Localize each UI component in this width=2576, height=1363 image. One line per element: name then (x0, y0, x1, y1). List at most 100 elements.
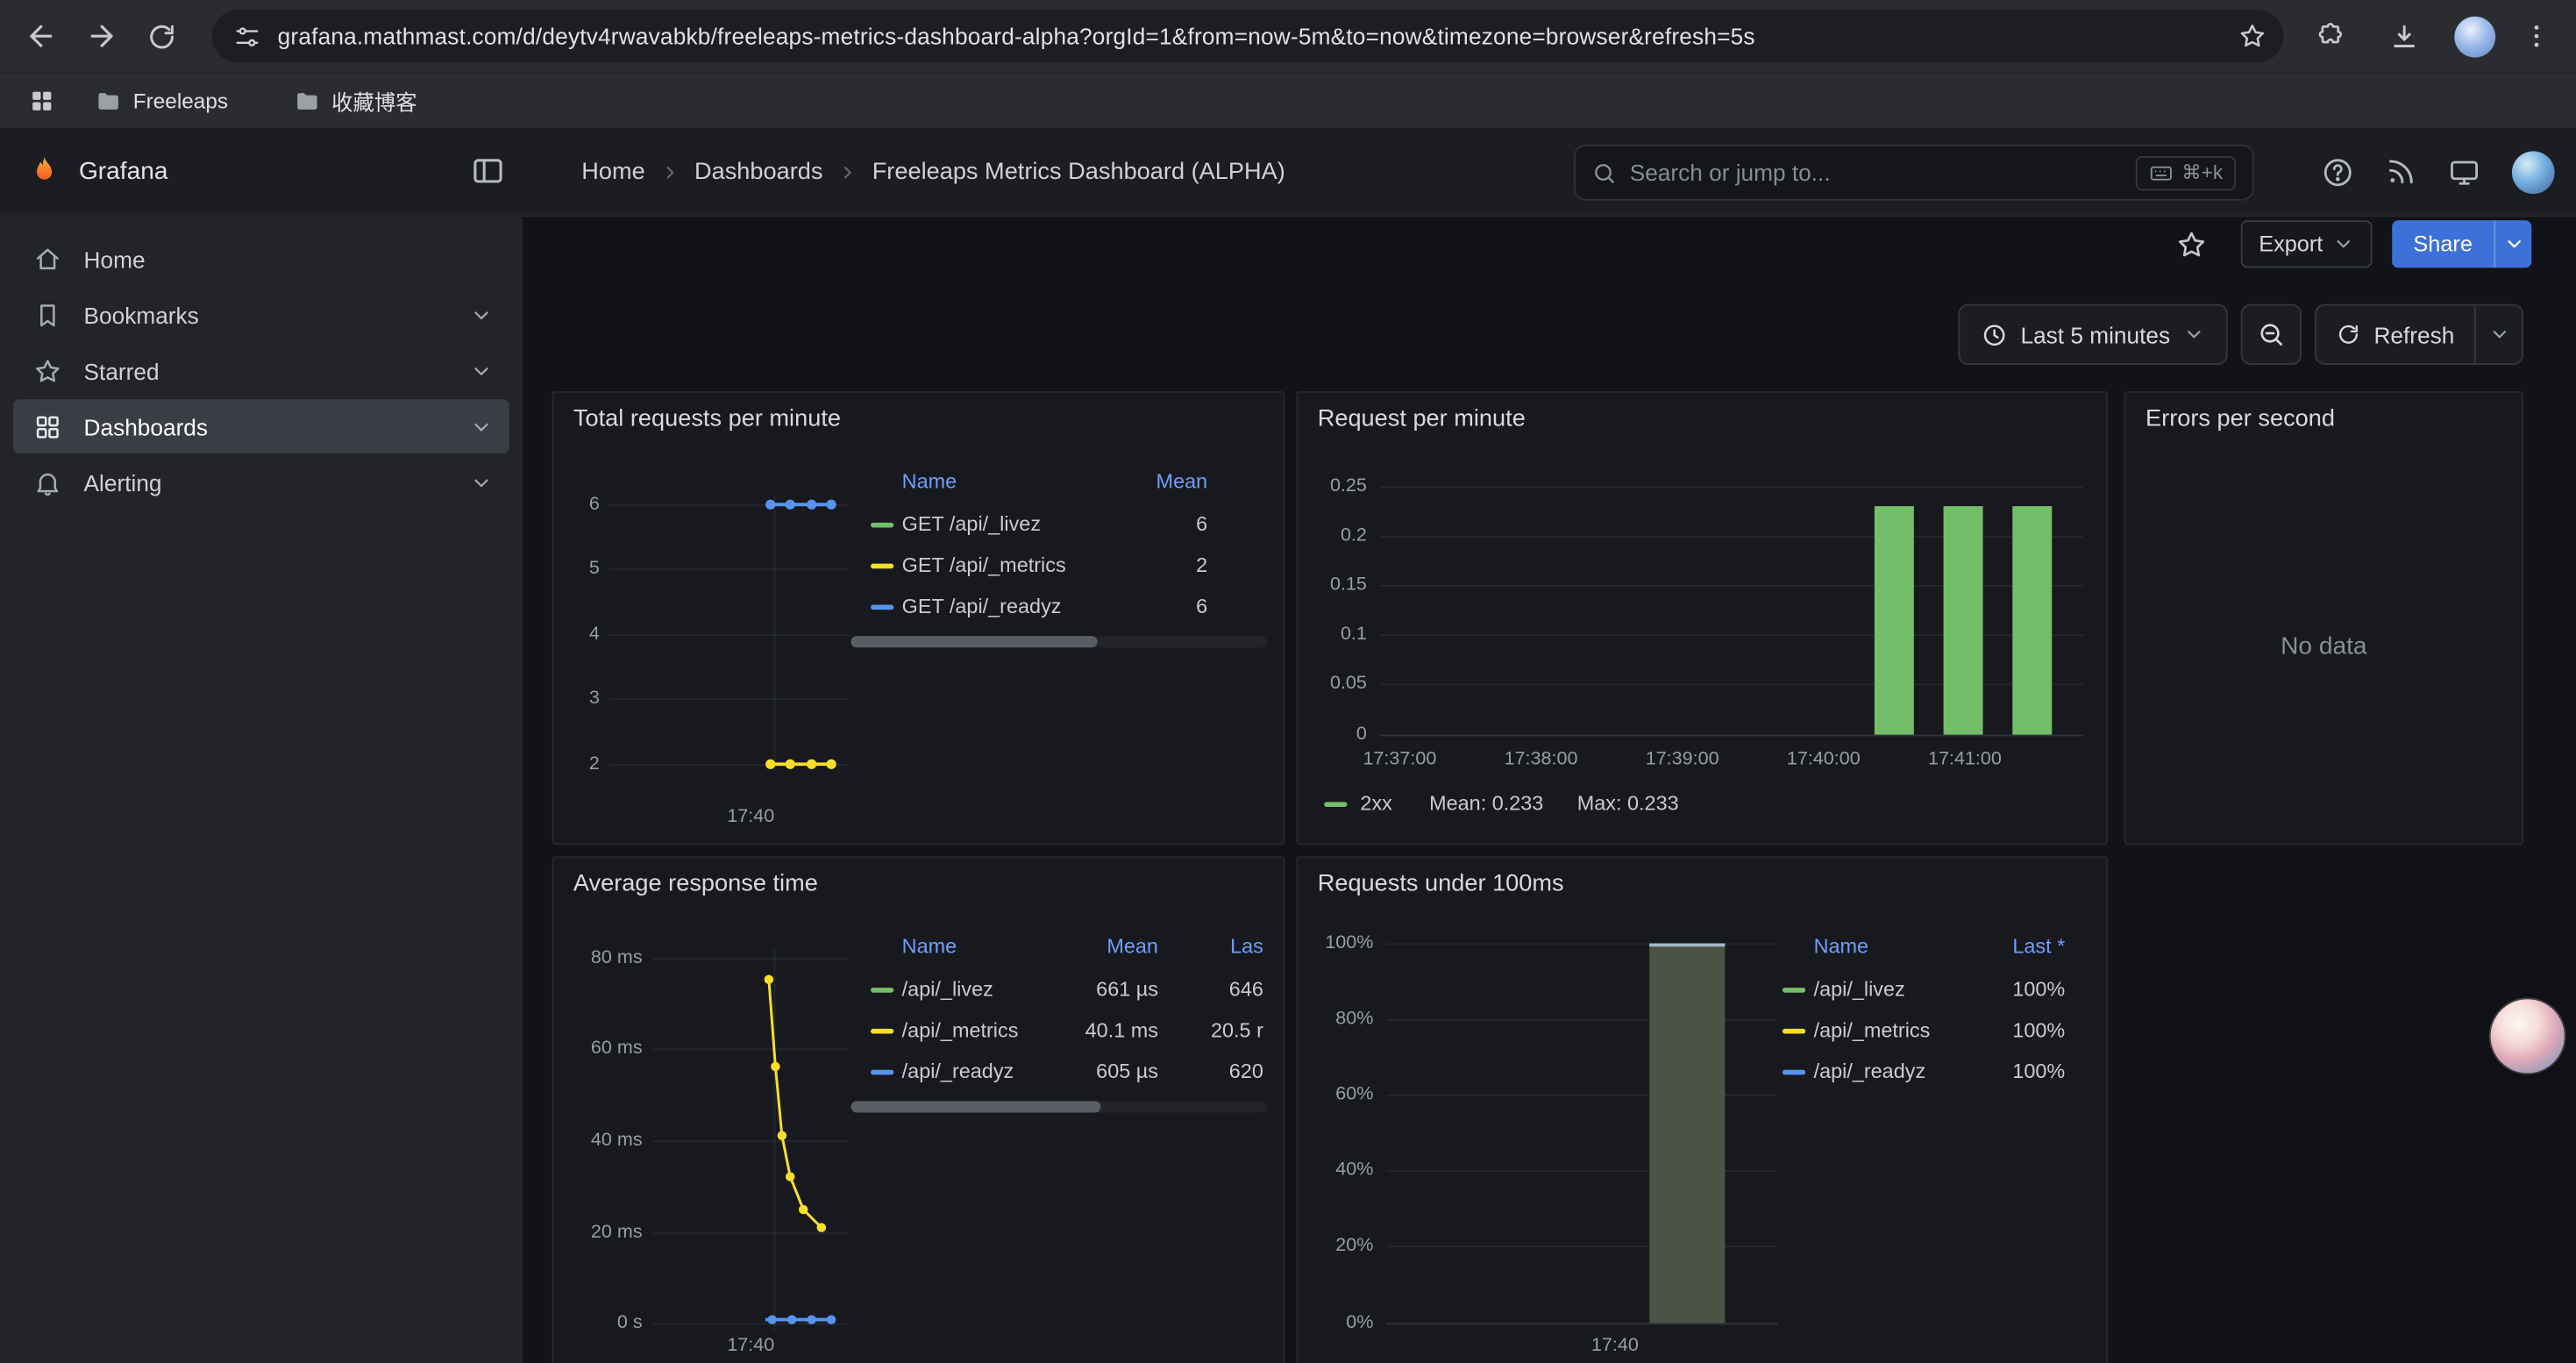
legend-row[interactable]: /api/_readyz (902, 1060, 1014, 1085)
grafana-flame-logo (26, 153, 62, 189)
sidebar-item-alerting[interactable]: Alerting (13, 455, 509, 510)
export-button[interactable]: Export (2241, 220, 2373, 268)
share-label: Share (2413, 232, 2473, 256)
y-tick: 60% (1298, 1083, 1373, 1106)
sidebar-item-home[interactable]: Home (13, 232, 509, 286)
scrollbar-thumb[interactable] (851, 1101, 1101, 1112)
panel-title[interactable]: Request per minute (1318, 406, 1526, 432)
grafana-home-link[interactable]: Grafana (26, 128, 168, 215)
breadcrumb-dashboards[interactable]: Dashboards (694, 159, 822, 185)
panel-title[interactable]: Errors per second (2145, 406, 2335, 432)
legend-row[interactable]: /api/_livez (902, 978, 993, 1003)
sidebar-item-dashboards[interactable]: Dashboards (13, 399, 509, 453)
chevron-down-icon[interactable] (470, 471, 493, 494)
scrollbar-thumb[interactable] (851, 636, 1098, 647)
bar-2xx[interactable] (1944, 506, 1983, 734)
legend-row[interactable]: /api/_metrics (902, 1019, 1019, 1044)
chevron-down-icon (2333, 233, 2354, 254)
back-icon[interactable] (10, 6, 70, 67)
x-tick: 17:40 (718, 1334, 784, 1357)
reload-icon[interactable] (132, 6, 192, 67)
time-range-picker[interactable]: Last 5 minutes (1958, 304, 2227, 365)
chevron-down-icon[interactable] (470, 303, 493, 326)
legend-header-last[interactable]: Last * (2012, 935, 2065, 960)
y-tick: 2 (553, 753, 599, 775)
legend-row[interactable]: GET /api/_metrics (902, 553, 1066, 578)
bookmark-item-blogs[interactable]: 收藏博客 (281, 79, 431, 124)
help-icon[interactable] (2322, 155, 2354, 188)
floating-avatar-button[interactable] (2491, 999, 2565, 1073)
refresh-button[interactable]: Refresh (2316, 306, 2474, 364)
display-icon[interactable] (2448, 155, 2480, 188)
forward-icon[interactable] (71, 6, 132, 67)
favorite-star-icon[interactable] (2175, 228, 2208, 260)
legend-scrollbar[interactable] (851, 636, 1267, 647)
search-box[interactable]: ⌘+k (1574, 145, 2254, 201)
series-color-dash (1783, 1029, 1805, 1034)
panel-total-requests-per-minute: Total requests per minute 6 5 4 3 2 17:4… (552, 391, 1285, 845)
browser-profile-avatar[interactable] (2444, 6, 2505, 67)
export-label: Export (2259, 232, 2323, 256)
p1-line-chart[interactable] (603, 475, 850, 787)
legend-value: 661 µs (1096, 978, 1158, 1003)
user-avatar[interactable] (2512, 150, 2555, 193)
legend-header-name[interactable]: Name (902, 470, 957, 495)
panel-requests-under-100ms: Requests under 100ms 100% 80% 60% 40% 20… (1296, 856, 2108, 1363)
y-tick: 0.25 (1298, 475, 1367, 497)
legend-scrollbar[interactable] (851, 1101, 1267, 1112)
breadcrumb: Home Dashboards Freeleaps Metrics Dashbo… (581, 128, 1285, 215)
panel-title[interactable]: Average response time (573, 871, 818, 897)
search-input[interactable] (1630, 160, 2123, 186)
p4-line-chart[interactable] (649, 944, 852, 1348)
share-button[interactable]: Share (2392, 220, 2494, 268)
chevron-down-icon[interactable] (470, 415, 493, 438)
legend-row[interactable]: GET /api/_livez (902, 513, 1041, 538)
legend-header-last[interactable]: Las (1230, 935, 1263, 960)
panel-title[interactable]: Total requests per minute (573, 406, 841, 432)
bookmark-icon (32, 300, 62, 330)
legend-row[interactable]: GET /api/_readyz (902, 595, 1062, 619)
y-tick: 0 (1298, 723, 1367, 746)
bookmark-item-freeleaps[interactable]: Freeleaps (82, 82, 241, 121)
legend-header-name[interactable]: Name (902, 935, 957, 960)
panel-title[interactable]: Requests under 100ms (1318, 871, 1564, 897)
menu-kebab-icon[interactable] (2505, 6, 2565, 67)
apps-grid-icon[interactable] (17, 78, 66, 124)
sidebar-toggle-icon[interactable] (470, 153, 506, 189)
legend-row[interactable]: /api/_readyz (1814, 1060, 1926, 1085)
downloads-icon[interactable] (2373, 6, 2434, 67)
series-color-dash (1783, 988, 1805, 993)
chevron-right-icon (837, 162, 857, 182)
extensions-icon[interactable] (2300, 6, 2360, 67)
sidebar-item-starred[interactable]: Starred (13, 344, 509, 398)
legend-header-mean[interactable]: Mean (1107, 935, 1158, 960)
refresh-interval-chevron-icon[interactable] (2474, 306, 2522, 364)
header-icons (2322, 128, 2555, 215)
mega-menu: Home Bookmarks Starred Dashboards (0, 217, 523, 1363)
address-bar[interactable]: grafana.mathmast.com/d/deytv4rwavabkb/fr… (212, 10, 2284, 62)
x-tick: 17:41:00 (1905, 748, 2024, 771)
legend-series-name[interactable]: 2xx (1360, 792, 1391, 817)
bookmark-star-icon[interactable] (2238, 21, 2267, 51)
sidebar-item-bookmarks[interactable]: Bookmarks (13, 288, 509, 342)
y-tick: 80 ms (553, 946, 642, 969)
share-menu-chevron-icon[interactable] (2494, 220, 2531, 268)
chevron-down-icon[interactable] (470, 359, 493, 382)
bookmark-label: Freeleaps (133, 89, 228, 113)
legend-header-name[interactable]: Name (1814, 935, 1868, 960)
zoom-out-icon[interactable] (2241, 304, 2302, 365)
bookmarks-bar: Freeleaps 收藏博客 (0, 72, 2576, 128)
rss-icon[interactable] (2386, 156, 2417, 188)
url-text: grafana.mathmast.com/d/deytv4rwavabkb/fr… (278, 23, 2238, 49)
bar-stacked-series[interactable] (1649, 944, 1725, 1324)
legend-row[interactable]: /api/_livez (1814, 978, 1905, 1003)
breadcrumb-home[interactable]: Home (581, 159, 644, 185)
bar-2xx[interactable] (1875, 506, 1914, 734)
bar-2xx[interactable] (2012, 506, 2052, 734)
legend-row[interactable]: /api/_metrics (1814, 1019, 1931, 1044)
refresh-split-button: Refresh (2315, 304, 2523, 365)
refresh-label: Refresh (2373, 321, 2454, 347)
tune-icon[interactable] (233, 22, 261, 50)
legend-header-mean[interactable]: Mean (1156, 470, 1208, 495)
series-color-dash (1783, 1070, 1805, 1075)
